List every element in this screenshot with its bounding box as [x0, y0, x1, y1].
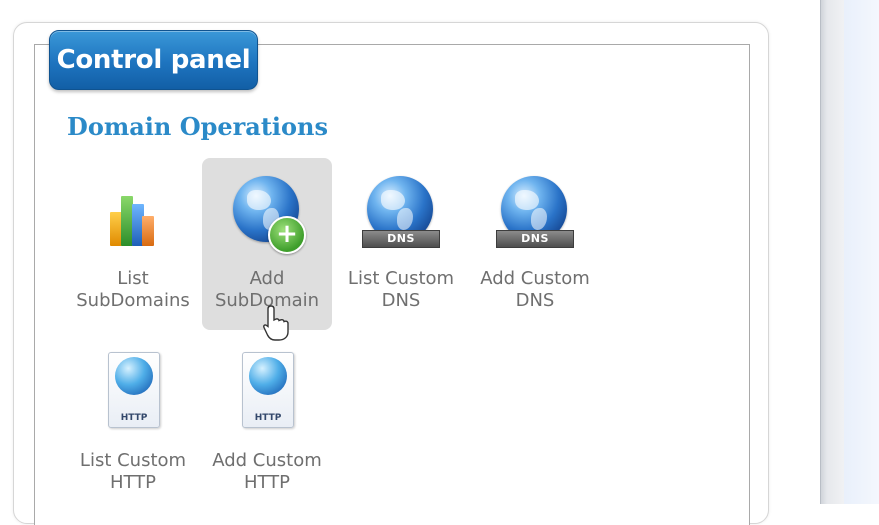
globe-dns-icon: DNS [470, 158, 600, 268]
tile-label: Add [249, 268, 285, 289]
http-badge: HTTP [120, 413, 148, 423]
control-panel-title: Control panel [56, 45, 251, 75]
list-custom-dns-tile[interactable]: DNS List Custom DNS [336, 158, 466, 312]
http-page-icon: HTTP [68, 340, 198, 450]
bar-chart-icon [110, 184, 154, 246]
hand-cursor-icon [263, 305, 289, 341]
http-page-icon: HTTP [202, 340, 332, 450]
list-custom-http-tile[interactable]: HTTP List Custom HTTP [68, 340, 198, 494]
control-panel-tab: Control panel [49, 30, 258, 90]
list-subdomains-tile[interactable]: List SubDomains [68, 158, 198, 312]
dns-badge: DNS [362, 230, 440, 248]
tile-label: Add Custom [212, 450, 322, 471]
add-custom-dns-tile[interactable]: DNS Add Custom DNS [470, 158, 600, 312]
tile-label: DNS [515, 290, 555, 311]
globe-dns-icon: DNS [336, 158, 466, 268]
add-custom-http-tile[interactable]: HTTP Add Custom HTTP [202, 340, 332, 494]
adjacent-pane [844, 0, 879, 504]
dns-badge: DNS [496, 230, 574, 248]
vertical-scrollbar[interactable] [820, 0, 845, 504]
tile-label: List Custom [79, 450, 187, 471]
tile-label: SubDomains [76, 290, 190, 311]
tile-label: List Custom [347, 268, 455, 289]
page-gutter [768, 0, 820, 504]
http-badge: HTTP [254, 413, 282, 423]
tile-label: List [117, 268, 149, 289]
globe-add-icon: + [202, 158, 332, 268]
tile-label: HTTP [109, 472, 157, 493]
section-title: Domain Operations [67, 112, 329, 141]
tile-label: HTTP [243, 472, 291, 493]
tile-label: DNS [381, 290, 421, 311]
tile-label: Add Custom [480, 268, 590, 289]
